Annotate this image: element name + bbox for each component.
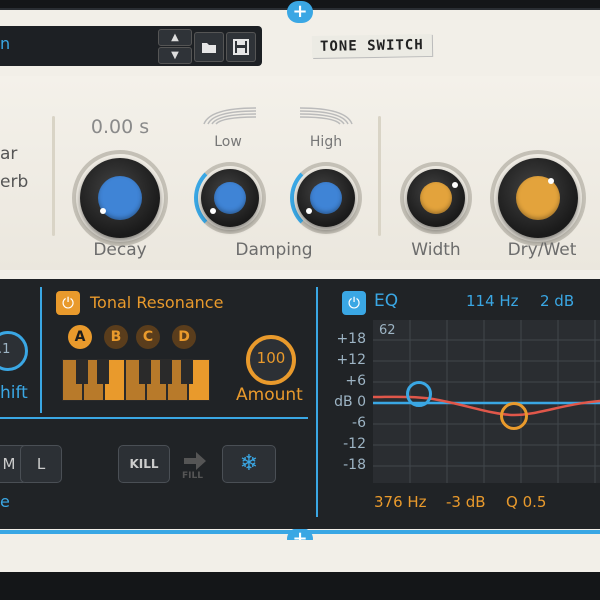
damping-low-label: Low <box>214 134 242 150</box>
eq-corner-label: 62 <box>379 323 396 338</box>
eq-db-tick: +6 <box>345 373 366 389</box>
open-preset-button[interactable] <box>194 32 224 62</box>
shift-knob[interactable]: .1 <box>0 331 28 371</box>
power-icon: ⏻ <box>348 294 360 312</box>
dry-wet-label: Dry/Wet <box>507 240 577 260</box>
eq-db-tick: +12 <box>336 352 366 368</box>
section-divider <box>52 116 55 236</box>
host-background <box>0 572 600 600</box>
damping-label: Damping <box>235 240 313 260</box>
damping-low-curve-icon <box>203 107 257 125</box>
fill-label: FILL <box>182 471 203 481</box>
l-button[interactable]: L <box>20 445 62 483</box>
reverb-title-line2: erb <box>0 172 29 192</box>
width-knob[interactable] <box>400 162 472 234</box>
eq-title: EQ <box>374 291 399 311</box>
lower-frame-strip <box>0 540 600 572</box>
decay-knob[interactable] <box>72 150 168 246</box>
kill-button[interactable]: KILL <box>118 445 170 483</box>
amount-value: 100 <box>256 349 286 367</box>
tonal-power-button[interactable]: ⏻ <box>56 291 80 315</box>
amount-label: Amount <box>236 385 303 405</box>
dry-wet-knob[interactable] <box>490 150 586 246</box>
eq-db-tick: -18 <box>343 457 366 473</box>
tonal-resonance-title: Tonal Resonance <box>90 293 224 312</box>
preset-bar: n ▲ ▼ <box>0 26 262 66</box>
eq-power-button[interactable]: ⏻ <box>342 291 366 315</box>
shift-value: .1 <box>0 342 11 357</box>
section-divider <box>40 287 42 413</box>
snowflake-icon: ❄ <box>239 451 259 476</box>
preset-prev-button[interactable]: ▲ <box>158 29 192 46</box>
piano-keyboard[interactable] <box>62 359 210 401</box>
damping-high-label: High <box>309 134 343 150</box>
eq-band-handle-mid[interactable] <box>500 402 528 430</box>
reverb-section: ar erb 0.00 s Low High Decay Damping Wid… <box>0 76 600 270</box>
shift-label: hift <box>0 383 28 403</box>
eq-freq-readout: 114 Hz <box>466 292 519 310</box>
section-divider <box>316 287 318 517</box>
tone-switch-label: TONE SWITCH <box>311 33 432 59</box>
eq-band-gain[interactable]: -3 dB <box>446 493 486 511</box>
mode-label: e <box>0 492 10 511</box>
eq-graph[interactable]: 62 <box>373 320 600 483</box>
eq-db-tick: -6 <box>352 415 366 431</box>
mode-d-button[interactable]: D <box>172 325 196 349</box>
preset-next-button[interactable]: ▼ <box>158 47 192 64</box>
power-icon: ⏻ <box>62 294 74 312</box>
mode-c-button[interactable]: C <box>136 325 160 349</box>
section-divider <box>378 116 381 236</box>
eq-db-tick: dB 0 <box>334 394 366 410</box>
mode-b-button[interactable]: B <box>104 325 128 349</box>
eq-band-q[interactable]: Q 0.5 <box>506 493 546 511</box>
eq-band-freq[interactable]: 376 Hz <box>374 493 427 511</box>
eq-db-tick: -12 <box>343 436 366 452</box>
amount-knob[interactable]: 100 <box>246 335 296 385</box>
arrow-right-icon <box>184 452 206 470</box>
freeze-button[interactable]: ❄ <box>222 445 276 483</box>
add-slot-top-button[interactable]: + <box>287 1 313 23</box>
decay-label: Decay <box>93 240 147 260</box>
preset-name[interactable]: n <box>0 34 10 53</box>
decay-value: 0.00 s <box>90 116 150 138</box>
save-preset-button[interactable] <box>226 32 256 62</box>
damping-high-knob[interactable] <box>290 162 362 234</box>
damping-high-curve-icon <box>299 107 353 125</box>
folder-icon <box>202 43 216 53</box>
eq-gain-readout: 2 dB <box>540 292 575 310</box>
reverb-title-line1: ar <box>0 144 18 164</box>
eq-band-handle-low[interactable] <box>406 381 432 407</box>
section-divider <box>0 417 308 419</box>
save-icon <box>233 39 249 55</box>
mode-a-button[interactable]: A <box>68 325 92 349</box>
width-label: Width <box>411 240 461 260</box>
eq-db-tick: +18 <box>336 331 366 347</box>
damping-low-knob[interactable] <box>194 162 266 234</box>
